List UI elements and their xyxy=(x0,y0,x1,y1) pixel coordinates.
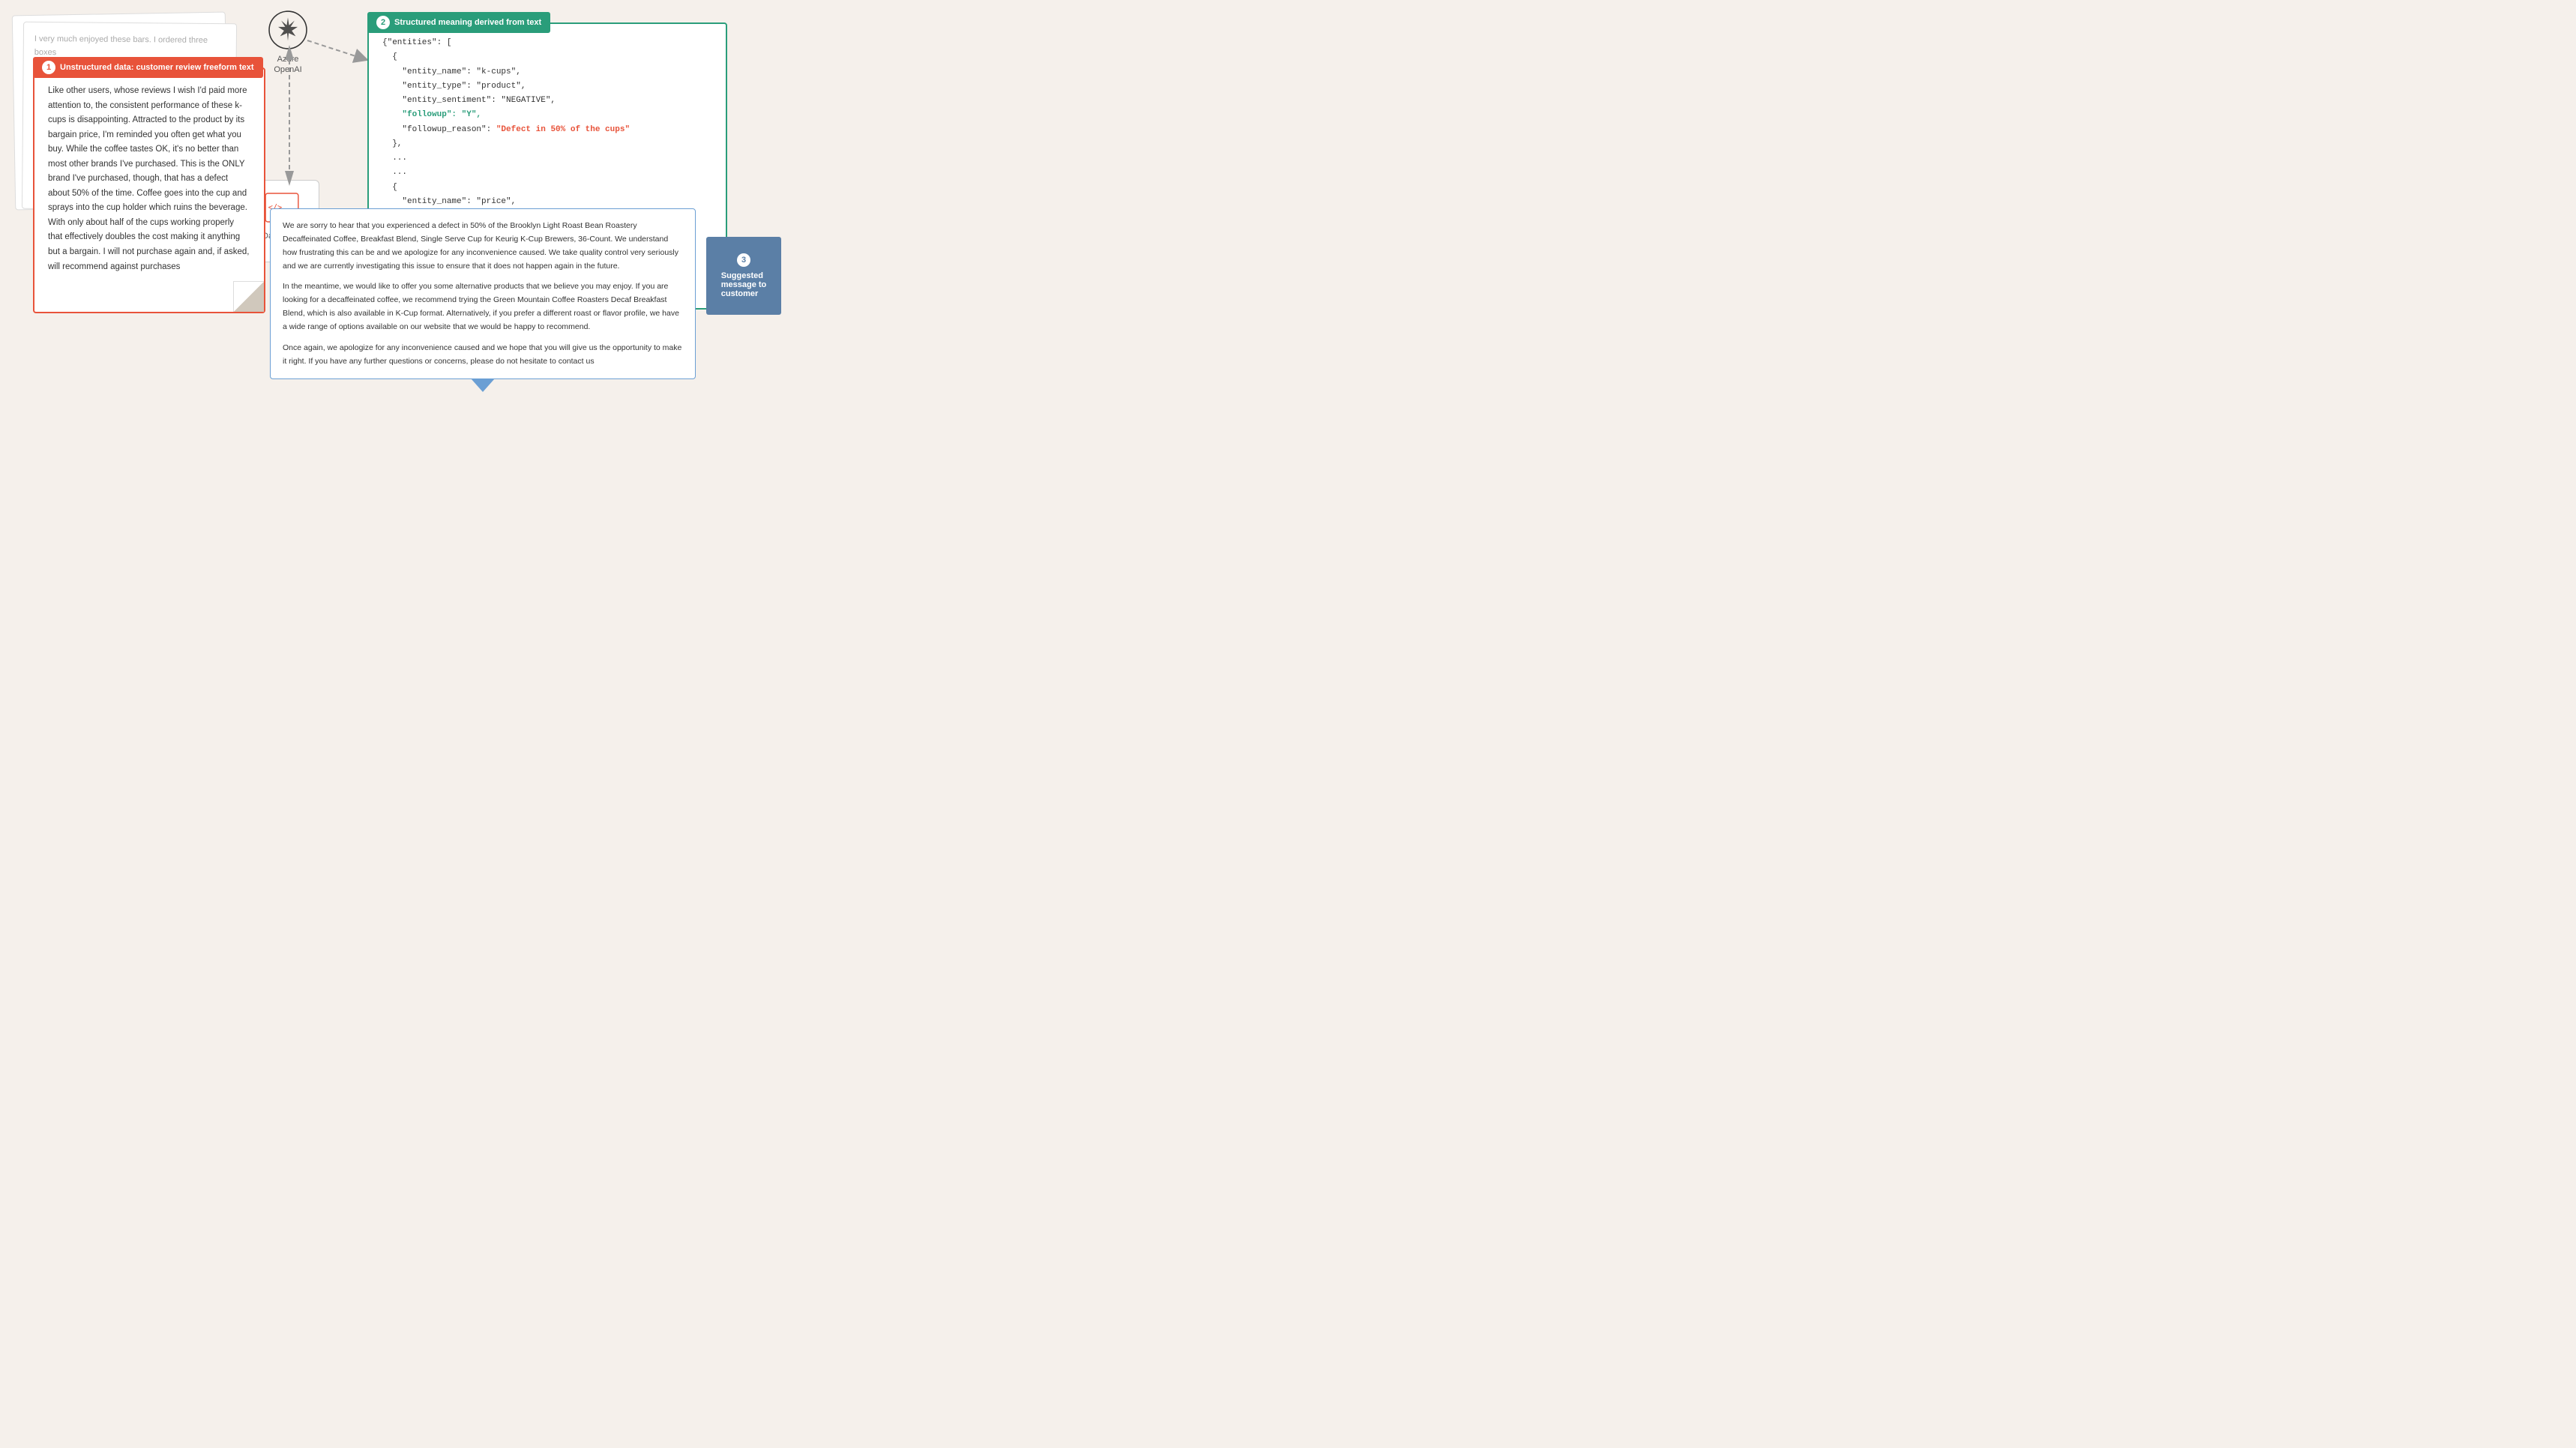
json-line-8: }, xyxy=(382,139,402,148)
json-line-6: "followup": "Y", xyxy=(382,110,481,119)
json-badge: 2 Structured meaning derived from text xyxy=(367,12,550,33)
message-paragraph-2: In the meantime, we would like to offer … xyxy=(283,280,683,334)
json-line-5: "entity_sentiment": "NEGATIVE", xyxy=(382,96,556,105)
message-card: We are sorry to hear that you experience… xyxy=(270,208,696,379)
json-line-1: {"entities": [ xyxy=(382,38,451,47)
suggest-badge-label: Suggested message to customer xyxy=(721,271,767,298)
suggest-badge-number: 3 xyxy=(737,253,750,267)
json-badge-label: Structured meaning derived from text xyxy=(394,18,541,27)
json-line-7-val: "Defect in 50% of the cups" xyxy=(496,125,630,134)
json-line-dots1: ... xyxy=(382,154,407,163)
suggest-badge: 3 Suggested message to customer xyxy=(706,237,781,315)
json-line-2: { xyxy=(382,52,397,61)
azure-openai-logo: Azure OpenAI xyxy=(268,10,307,76)
azure-openai-label: Azure OpenAI xyxy=(274,54,301,76)
json-badge-number: 2 xyxy=(376,16,390,29)
review-text: Like other users, whose reviews I wish I… xyxy=(48,84,250,274)
openai-icon xyxy=(268,10,307,49)
json-line-3: "entity_name": "k-cups", xyxy=(382,67,521,76)
json-line-4: "entity_type": "product", xyxy=(382,82,526,91)
review-card: 1 Unstructured data: customer review fre… xyxy=(33,67,265,313)
review-badge-label: Unstructured data: customer review freef… xyxy=(60,63,254,72)
json-line-7: "followup_reason": xyxy=(382,125,496,134)
json-line-9: { xyxy=(382,183,397,192)
json-line-dots2: ... xyxy=(382,168,407,177)
message-paragraph-1: We are sorry to hear that you experience… xyxy=(283,220,683,273)
review-badge: 1 Unstructured data: customer review fre… xyxy=(33,57,263,78)
message-paragraph-3: Once again, we apologize for any inconve… xyxy=(283,342,683,369)
review-badge-number: 1 xyxy=(42,61,55,74)
json-line-10: "entity_name": "price", xyxy=(382,197,516,206)
message-text: We are sorry to hear that you experience… xyxy=(283,220,683,368)
